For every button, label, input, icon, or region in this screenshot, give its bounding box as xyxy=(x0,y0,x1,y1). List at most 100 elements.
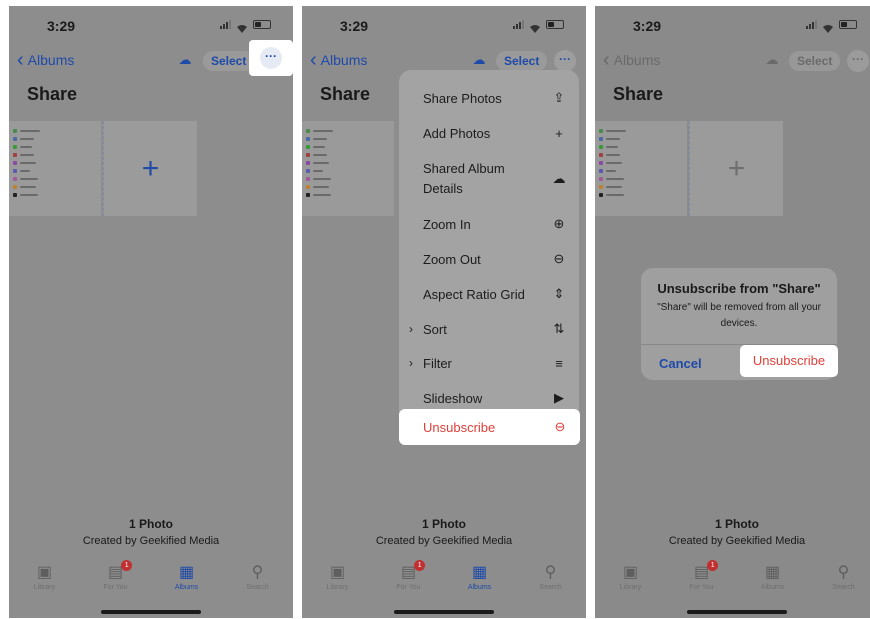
zoom-out-icon: ⊖ xyxy=(553,251,565,266)
albums-icon: ▦ xyxy=(764,564,781,581)
menu-item-share-photos[interactable]: Share Photos ⇪ xyxy=(399,81,579,115)
chevron-right-icon: › xyxy=(409,322,413,336)
screenshot-step-2: 3:29 ‹ Albums ☁ Select ··· Share Share P… xyxy=(302,6,586,618)
photo-thumbnail[interactable] xyxy=(595,121,687,216)
tab-search[interactable]: ⚲ Search xyxy=(808,562,870,602)
created-by: Created by Geekified Media xyxy=(375,535,513,547)
status-icons xyxy=(513,20,564,33)
status-time: 3:29 xyxy=(633,18,662,34)
menu-item-aspect-ratio-grid[interactable]: Aspect Ratio Grid ⇕ xyxy=(399,277,579,311)
select-button[interactable]: Select xyxy=(496,51,548,71)
tab-albums[interactable]: ▦ Albums xyxy=(444,562,515,602)
for-you-icon: ▤ xyxy=(107,564,124,581)
more-button[interactable]: ··· xyxy=(260,47,282,69)
slideshow-icon: ▶ xyxy=(554,390,564,405)
more-button[interactable]: ··· xyxy=(554,50,576,72)
back-label: Albums xyxy=(27,52,75,68)
share-icon: ⇪ xyxy=(553,90,565,105)
back-to-albums-button[interactable]: ‹ Albums xyxy=(603,49,661,71)
shared-people-icon[interactable]: ☁ xyxy=(470,52,488,70)
photo-count: 1 Photo xyxy=(715,517,759,531)
wifi-icon xyxy=(822,20,834,33)
tab-bar: ▣ Library ▤ 1 For You ▦ Albums ⚲ Search xyxy=(9,560,293,602)
tab-albums[interactable]: ▦ Albums xyxy=(151,562,222,602)
photo-count: 1 Photo xyxy=(129,517,173,531)
alert-title: Unsubscribe from "Share" xyxy=(657,281,821,296)
tab-library[interactable]: ▣ Library xyxy=(302,562,373,602)
search-icon: ⚲ xyxy=(544,564,557,581)
search-icon: ⚲ xyxy=(837,564,850,581)
aspect-ratio-icon: ⇕ xyxy=(553,286,565,301)
back-label: Albums xyxy=(320,52,368,68)
add-photo-tile[interactable]: + xyxy=(689,121,783,216)
photo-library-icon: ▣ xyxy=(622,564,639,581)
created-by: Created by Geekified Media xyxy=(82,535,220,547)
unsubscribe-alert: Unsubscribe from "Share" "Share" will be… xyxy=(641,268,838,380)
back-to-albums-button[interactable]: ‹ Albums xyxy=(17,49,75,71)
tab-search[interactable]: ⚲ Search xyxy=(515,562,586,602)
zoom-in-icon: ⊕ xyxy=(553,216,565,231)
page-title: Share xyxy=(320,84,371,104)
filter-icon: ≡ xyxy=(555,355,563,371)
status-time: 3:29 xyxy=(47,18,76,34)
created-by: Created by Geekified Media xyxy=(668,535,806,547)
menu-item-zoom-out[interactable]: Zoom Out ⊖ xyxy=(399,242,579,276)
photo-thumbnail[interactable] xyxy=(9,121,101,216)
cellular-signal-icon xyxy=(220,20,231,29)
home-indicator xyxy=(101,610,201,614)
screenshot-step-3: 3:29 ‹ Albums ☁ Select ··· Share + Unsub… xyxy=(595,6,870,618)
menu-item-unsubscribe[interactable]: Unsubscribe ⊖ xyxy=(399,409,580,445)
tab-for-you[interactable]: ▤ 1 For You xyxy=(373,560,444,602)
back-to-albums-button[interactable]: ‹ Albums xyxy=(310,49,368,71)
photo-thumbnail[interactable] xyxy=(302,121,394,216)
photo-count: 1 Photo xyxy=(422,517,466,531)
menu-item-add-photos[interactable]: Add Photos + xyxy=(399,116,579,150)
cellular-signal-icon xyxy=(806,20,817,29)
cancel-button[interactable]: Cancel xyxy=(659,356,702,371)
chevron-left-icon: ‹ xyxy=(17,49,24,71)
tab-library[interactable]: ▣ Library xyxy=(595,562,666,602)
search-icon: ⚲ xyxy=(251,564,264,581)
more-button-highlight: ··· xyxy=(249,40,293,76)
wifi-icon xyxy=(236,20,248,33)
battery-icon xyxy=(546,20,564,29)
albums-icon: ▦ xyxy=(471,564,488,581)
for-you-icon: ▤ xyxy=(400,564,417,581)
add-photo-tile[interactable]: + xyxy=(103,121,197,216)
tab-search[interactable]: ⚲ Search xyxy=(222,562,293,602)
chevron-left-icon: ‹ xyxy=(310,49,317,71)
status-time: 3:29 xyxy=(340,18,369,34)
battery-icon xyxy=(253,20,271,29)
menu-item-zoom-in[interactable]: Zoom In ⊕ xyxy=(399,207,579,241)
tab-for-you[interactable]: ▤ 1 For You xyxy=(80,560,151,602)
menu-item-shared-album-details[interactable]: Shared Album Details ☁ xyxy=(399,156,579,202)
chevron-left-icon: ‹ xyxy=(603,49,610,71)
home-indicator xyxy=(687,610,787,614)
back-label: Albums xyxy=(613,52,661,68)
tab-bar: ▣ Library ▤ 1 For You ▦ Albums ⚲ Search xyxy=(595,560,870,602)
home-indicator xyxy=(394,610,494,614)
album-options-menu: Share Photos ⇪ Add Photos + Shared Album D… xyxy=(399,70,579,440)
chevron-right-icon: › xyxy=(409,356,413,370)
menu-item-filter[interactable]: › Filter ≡ xyxy=(399,346,579,380)
page-title: Share xyxy=(27,84,78,104)
more-button[interactable]: ··· xyxy=(847,50,869,72)
confirm-unsubscribe-button[interactable]: Unsubscribe xyxy=(740,345,838,377)
tab-library[interactable]: ▣ Library xyxy=(9,562,80,602)
battery-icon xyxy=(839,20,857,29)
tab-albums[interactable]: ▦ Albums xyxy=(737,562,808,602)
minus-circle-icon: ⊖ xyxy=(554,419,566,434)
menu-item-sort[interactable]: › Sort ⇅ xyxy=(399,312,579,346)
plus-icon: + xyxy=(141,152,160,185)
alert-message: "Share" will be removed from all your de… xyxy=(657,302,821,329)
plus-icon: + xyxy=(727,152,746,185)
select-button[interactable]: Select xyxy=(203,51,255,71)
for-you-icon: ▤ xyxy=(693,564,710,581)
tab-for-you[interactable]: ▤ 1 For You xyxy=(666,560,737,602)
select-button[interactable]: Select xyxy=(789,51,841,71)
cellular-signal-icon xyxy=(513,20,524,29)
screenshot-step-1: 3:29 ‹ Albums ☁ Select ··· Share + 1 Pho… xyxy=(9,6,293,618)
shared-people-icon[interactable]: ☁ xyxy=(763,52,781,70)
status-icons xyxy=(806,20,857,33)
shared-people-icon[interactable]: ☁ xyxy=(176,52,194,70)
